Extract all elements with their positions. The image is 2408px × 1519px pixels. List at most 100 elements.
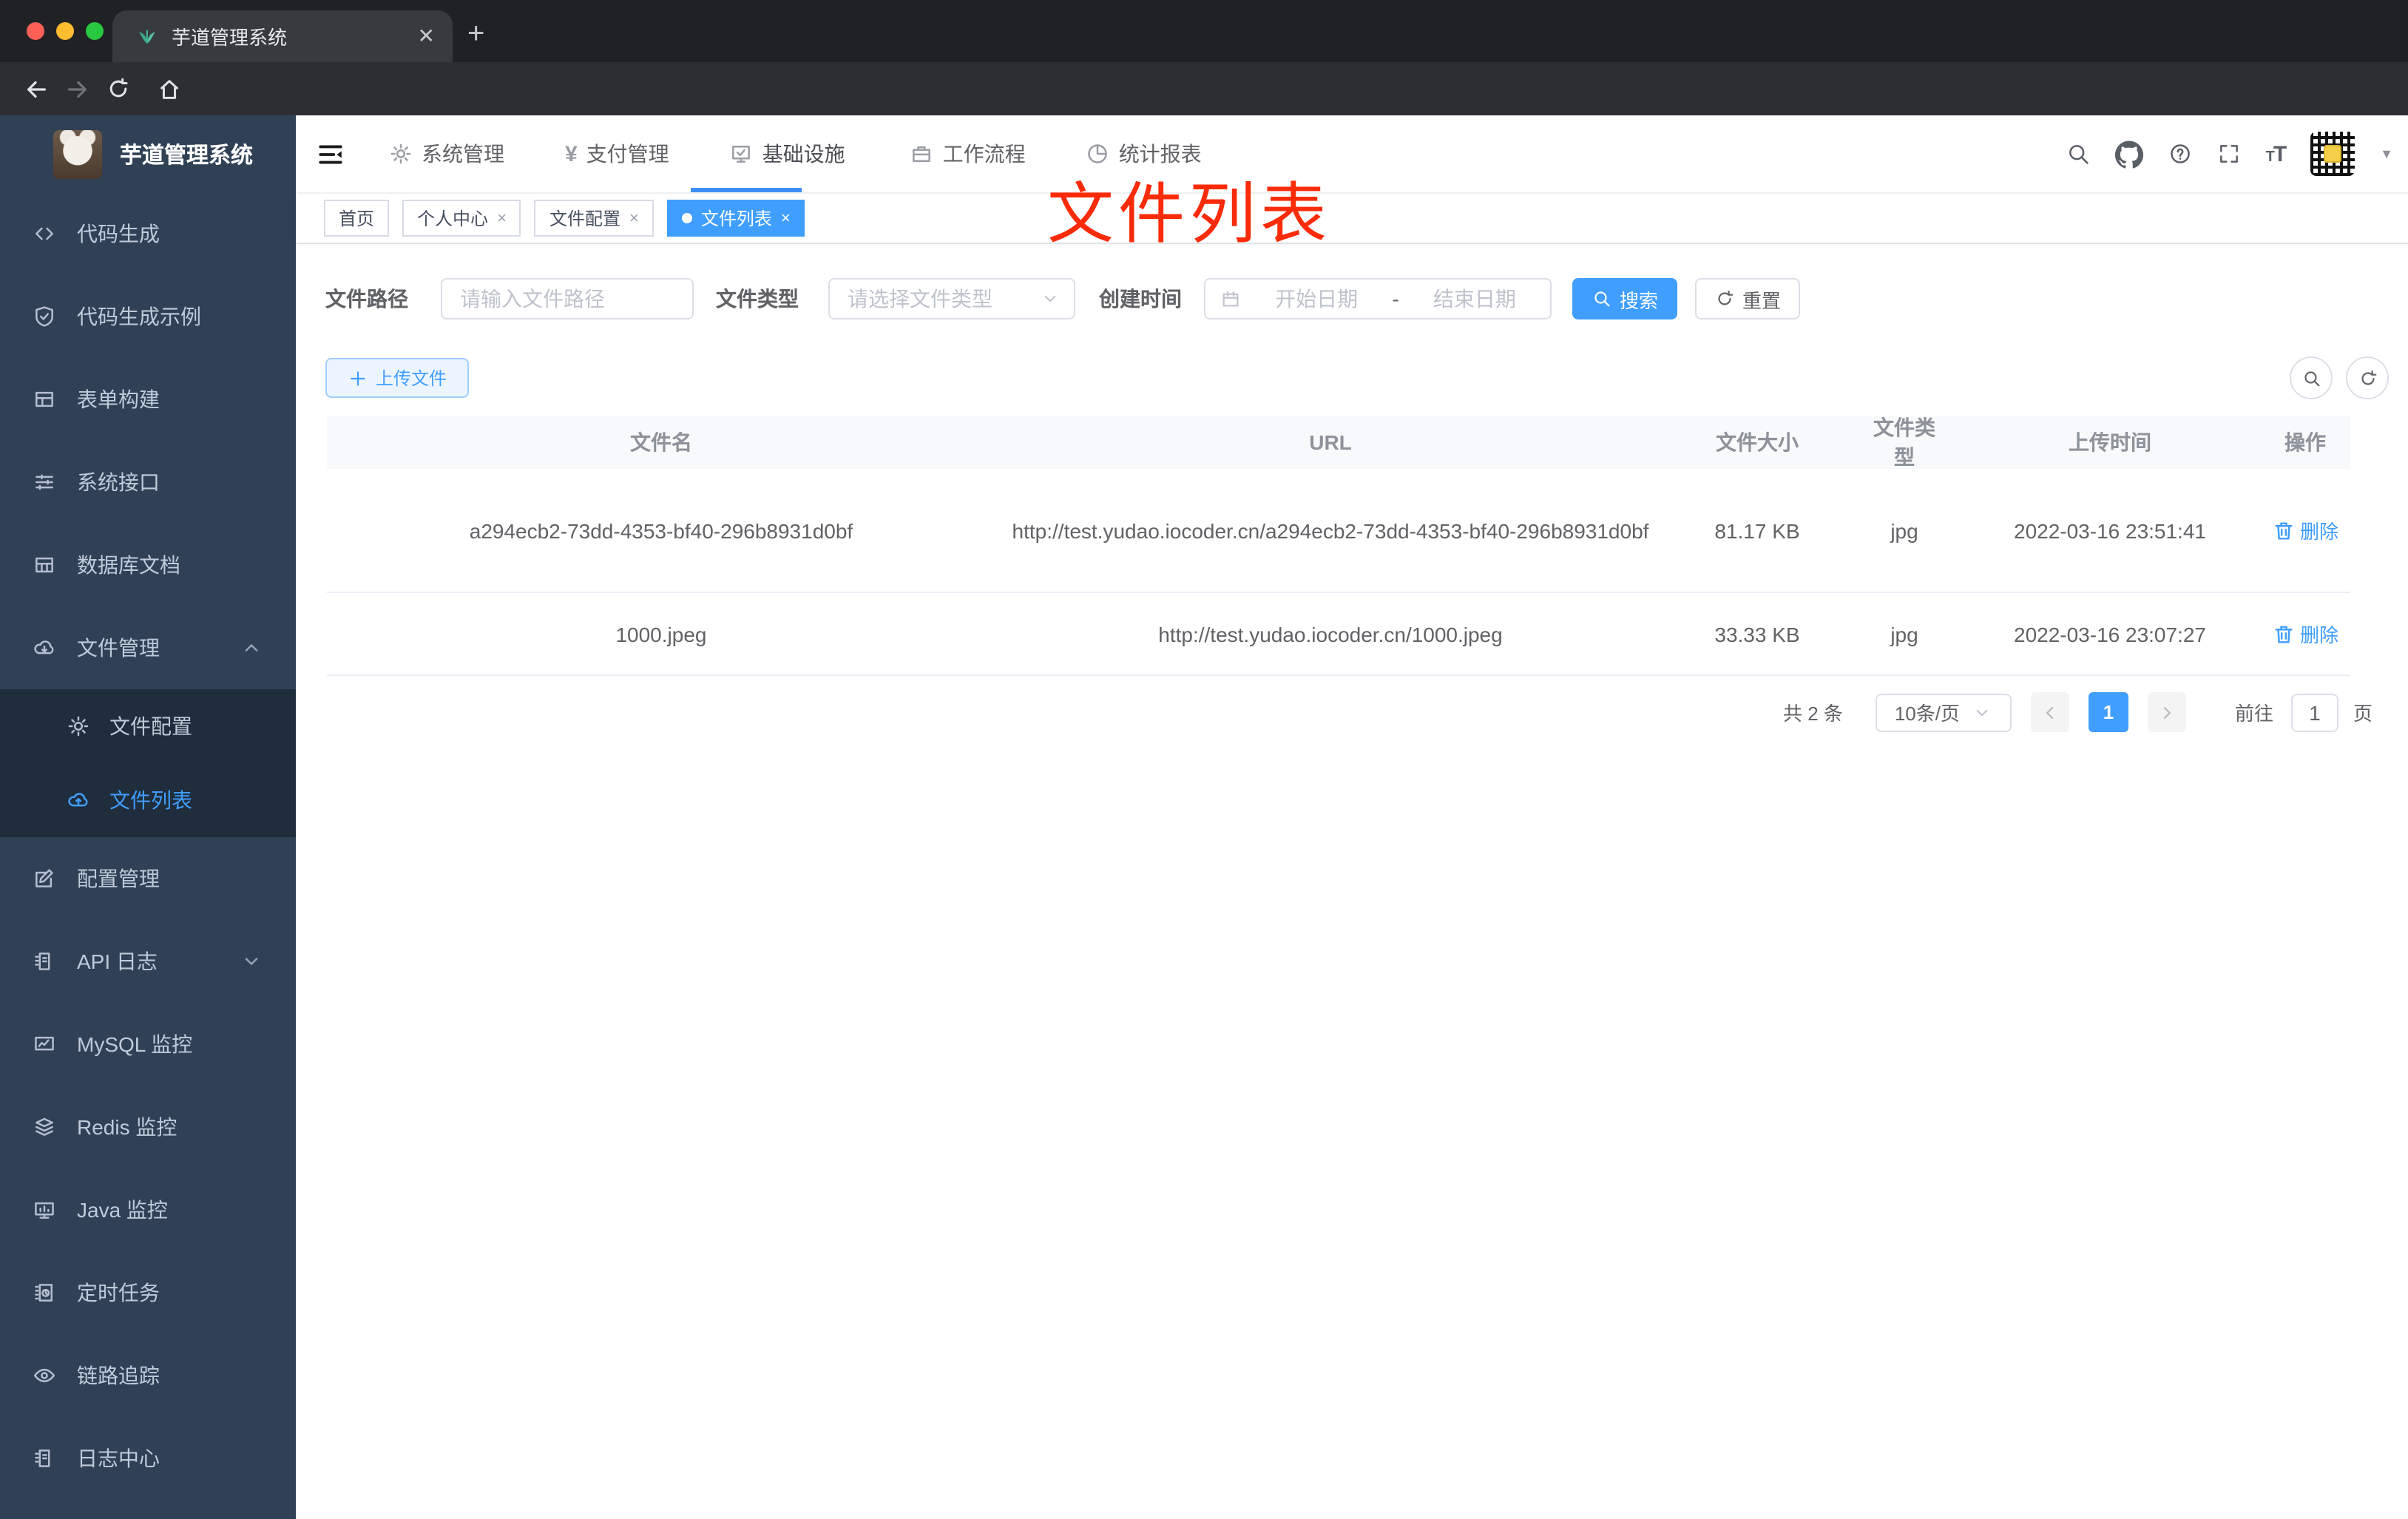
monitor-icon (31, 1198, 58, 1222)
cloud-upload-icon (65, 788, 92, 812)
search-button[interactable]: 搜索 (1572, 278, 1677, 319)
fullscreen-icon[interactable] (2217, 142, 2241, 166)
window-zoom-button[interactable] (86, 22, 104, 40)
table-toolbar: 上传文件 (296, 358, 2408, 398)
goto-page-input[interactable]: 1 (2290, 693, 2338, 731)
col-actions: 操作 (2284, 430, 2326, 454)
reset-button[interactable]: 重置 (1695, 278, 1800, 319)
date-range-picker[interactable]: 开始日期 - 结束日期 (1204, 278, 1552, 319)
briefcase-icon (910, 142, 934, 166)
doc-edit-icon (31, 950, 58, 973)
tab-close-icon[interactable]: ✕ (418, 24, 435, 49)
date-end[interactable]: 结束日期 (1414, 284, 1535, 314)
sidebar-item-form-builder[interactable]: 表单构建 (0, 358, 296, 441)
table-header-row: 文件名 URL 文件大小 文件类型 上传时间 操作 (327, 416, 2350, 469)
sidebar-item-code-gen[interactable]: 代码生成 (0, 192, 296, 275)
topnav-system[interactable]: 系统管理 (389, 139, 504, 169)
table-grid-icon (31, 553, 58, 577)
sidebar-item-log-center[interactable]: 日志中心 (0, 1417, 296, 1500)
cell-time: 2022-03-16 23:51:41 (2014, 518, 2206, 542)
chart-monitor-icon (31, 1032, 58, 1056)
topnav-infra[interactable]: 基础设施 (730, 139, 845, 169)
delete-button[interactable]: 删除 (2272, 620, 2338, 648)
window-minimize-button[interactable] (56, 22, 74, 40)
cell-actions: 删除 (2260, 620, 2350, 648)
cell-time: 2022-03-16 23:07:27 (2014, 622, 2206, 646)
tag-close-icon[interactable]: × (497, 209, 507, 227)
window-close-button[interactable] (27, 22, 44, 40)
gear-icon (65, 714, 92, 738)
sidebar-item-config-manage[interactable]: 配置管理 (0, 837, 296, 920)
schedule-icon (31, 1281, 58, 1305)
dashboard-icon (1086, 142, 1110, 166)
sliders-icon (31, 470, 58, 494)
tag-close-icon[interactable]: × (781, 209, 791, 227)
sidebar-item-scheduled-task[interactable]: 定时任务 (0, 1251, 296, 1334)
home-icon[interactable] (148, 76, 189, 101)
back-icon[interactable] (15, 76, 56, 101)
tag-close-icon[interactable]: × (629, 209, 639, 227)
chevron-left-icon (2040, 702, 2060, 723)
sidebar-item-file-list[interactable]: 文件列表 (0, 763, 296, 837)
refresh-icon (1714, 288, 1735, 309)
refresh-table-button[interactable] (2346, 356, 2389, 399)
file-type-select[interactable]: 请选择文件类型 (828, 278, 1075, 319)
cell-size: 33.33 KB (1714, 622, 1800, 646)
avatar-caret-down-icon[interactable]: ▼ (2380, 146, 2393, 161)
tag-file-config[interactable]: 文件配置 × (534, 200, 654, 237)
prev-page-button[interactable] (2030, 692, 2069, 732)
show-search-toggle-button[interactable] (2290, 356, 2333, 399)
help-icon[interactable] (2168, 142, 2192, 166)
search-icon[interactable] (2066, 142, 2090, 166)
chevron-down-icon (1972, 702, 1992, 723)
topnav-report[interactable]: 统计报表 (1086, 139, 1202, 169)
upload-file-button[interactable]: 上传文件 (325, 358, 470, 398)
pagination: 共 2 条 10条/页 1 前往 1 页 (296, 692, 2373, 732)
sidebar-item-mysql-monitor[interactable]: MySQL 监控 (0, 1003, 296, 1086)
sidebar-item-api-log[interactable]: API 日志 (0, 920, 296, 1003)
github-icon[interactable] (2114, 140, 2143, 168)
topnav-pay[interactable]: ¥ 支付管理 (565, 139, 669, 169)
page-size-select[interactable]: 10条/页 (1875, 693, 2012, 731)
new-tab-button[interactable]: + (467, 15, 484, 53)
browser-tab-strip: 芋道管理系统 ✕ + (0, 0, 2408, 62)
calendar-icon (1220, 288, 1241, 309)
page-1-button[interactable]: 1 (2088, 692, 2128, 732)
tag-home[interactable]: 首页 (324, 200, 390, 237)
font-size-icon[interactable]: TT (2266, 141, 2287, 166)
delete-button[interactable]: 删除 (2272, 516, 2338, 544)
sidebar-item-system-api[interactable]: 系统接口 (0, 441, 296, 524)
form-icon (31, 388, 58, 411)
sidebar-item-file-manage[interactable]: 文件管理 (0, 606, 296, 689)
sidebar-item-trace[interactable]: 链路追踪 (0, 1334, 296, 1417)
reload-icon[interactable] (98, 77, 139, 101)
sidebar-item-java-monitor[interactable]: Java 监控 (0, 1168, 296, 1251)
tag-profile[interactable]: 个人中心 × (402, 200, 521, 237)
tab-title: 芋道管理系统 (172, 27, 288, 49)
date-start[interactable]: 开始日期 (1256, 284, 1377, 314)
sidebar-item-file-config[interactable]: 文件配置 (0, 689, 296, 763)
file-path-input[interactable]: 请输入文件路径 (441, 278, 694, 319)
sidebar: 芋道管理系统 代码生成 代码生成示例 表单构建 系统接口 数据库文档 文件管理 … (0, 115, 296, 1519)
col-url: URL (1309, 430, 1352, 454)
sidebar-item-code-demo[interactable]: 代码生成示例 (0, 275, 296, 358)
forward-icon[interactable] (56, 76, 98, 101)
trash-icon (2272, 622, 2296, 646)
screen: 芋道管理系统 ✕ + 127.0.0.1:1024/infra/file/fil… (0, 0, 2408, 1519)
browser-tab[interactable]: 芋道管理系统 ✕ (112, 10, 453, 62)
navbar-right: TT ▼ (2066, 115, 2408, 192)
hamburger-icon[interactable] (317, 140, 345, 168)
file-table: 文件名 URL 文件大小 文件类型 上传时间 操作 a294ecb2-73dd-… (327, 416, 2350, 676)
top-navbar: 系统管理 ¥ 支付管理 基础设施 工作流程 统计报表 TT ▼ (296, 115, 2408, 194)
tag-file-list[interactable]: 文件列表 × (666, 200, 805, 237)
sidebar-logo[interactable]: 芋道管理系统 (0, 115, 296, 192)
active-dot (681, 213, 692, 223)
total-count: 共 2 条 (1783, 703, 1843, 725)
user-avatar-qr[interactable] (2310, 132, 2355, 176)
sidebar-item-db-doc[interactable]: 数据库文档 (0, 524, 296, 606)
cell-actions: 删除 (2260, 516, 2350, 544)
topnav-workflow[interactable]: 工作流程 (910, 139, 1026, 169)
trash-icon (2272, 518, 2296, 542)
sidebar-item-redis-monitor[interactable]: Redis 监控 (0, 1086, 296, 1168)
next-page-button[interactable] (2147, 692, 2186, 732)
